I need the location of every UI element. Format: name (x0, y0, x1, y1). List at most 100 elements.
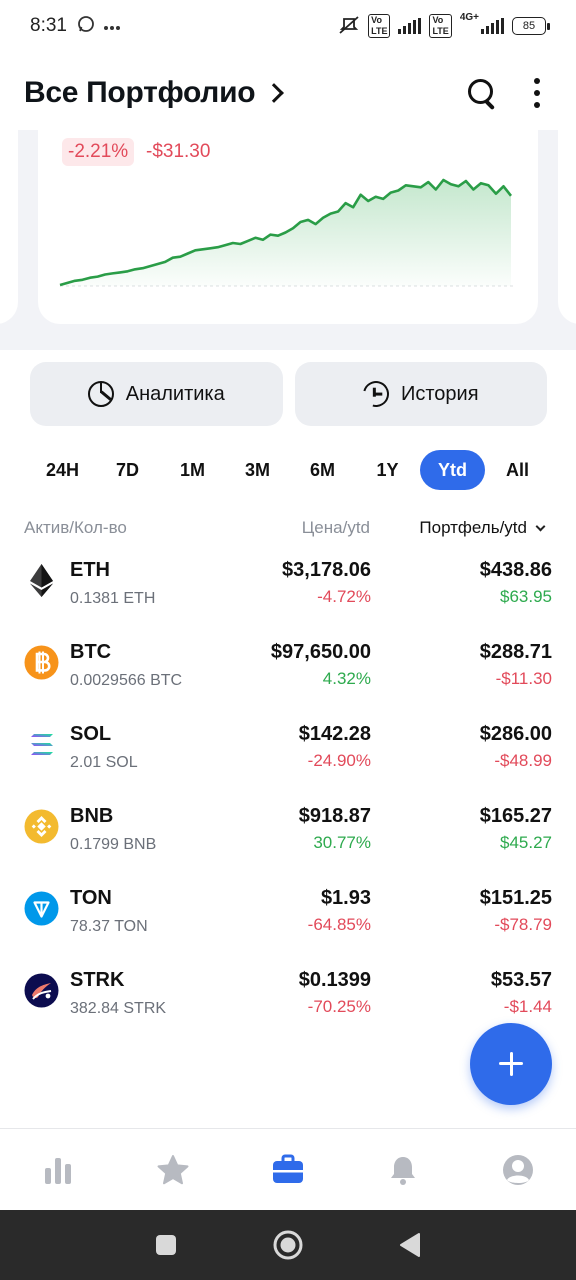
bnb-icon (24, 809, 59, 844)
period-tab[interactable]: 1Y (355, 450, 420, 490)
more-vertical-icon[interactable] (532, 78, 542, 108)
status-bar: 8:31 Vo LTE Vo LTE 4G+ 85 (0, 0, 576, 52)
next-card[interactable] (558, 130, 576, 324)
asset-row[interactable]: BNB 0.1799 BNB $918.87 30.77% $165.27 $45.27 (0, 798, 576, 880)
prev-card[interactable] (0, 130, 18, 324)
asset-price: $142.28 (298, 723, 371, 745)
nav-market[interactable] (28, 1140, 88, 1200)
asset-row[interactable]: TON 78.37 TON $1.93 -64.85% $151.25 -$78.79 (0, 880, 576, 962)
asset-value-change: -$1.44 (503, 997, 552, 1016)
asset-quantity: 78.37 TON (70, 918, 148, 935)
asset-value: $151.25 (479, 887, 552, 909)
asset-price: $0.1399 (298, 969, 371, 991)
asset-row[interactable]: BTC 0.0029566 BTC $97,650.00 4.32% $288.71 -$… (0, 634, 576, 716)
home-icon[interactable] (272, 1229, 304, 1261)
nav-portfolio[interactable] (258, 1140, 318, 1200)
asset-price: $3,178.06 (282, 559, 371, 581)
asset-price-change: -24.90% (307, 751, 371, 770)
signal-icon (398, 18, 422, 34)
portfolio-carousel[interactable]: -2.21% -$31.30 (0, 130, 576, 350)
asset-symbol: BTC (70, 641, 112, 663)
column-portfolio-dropdown[interactable]: Портфель/ytd (419, 518, 546, 538)
system-nav-bar (0, 1210, 576, 1280)
asset-value-change: -$78.79 (494, 915, 552, 934)
nav-profile[interactable] (488, 1140, 548, 1200)
asset-value: $165.27 (479, 805, 552, 827)
status-time: 8:31 (30, 15, 67, 36)
action-row: Аналитика История (30, 362, 547, 426)
asset-symbol: TON (70, 887, 112, 909)
period-tab[interactable]: All (485, 450, 550, 490)
favorites-icon (157, 1154, 189, 1184)
asset-price: $918.87 (298, 805, 371, 827)
nav-alerts[interactable] (373, 1140, 433, 1200)
recents-icon[interactable] (154, 1233, 178, 1257)
period-tab[interactable]: 7D (95, 450, 160, 490)
alerts-icon (391, 1156, 416, 1185)
market-icon (44, 1157, 71, 1184)
asset-price: $97,650.00 (270, 641, 371, 663)
header: Все Портфолио (0, 62, 576, 124)
asset-quantity: 382.84 STRK (70, 1000, 167, 1017)
period-tab[interactable]: 1M (160, 450, 225, 490)
profile-icon (503, 1154, 534, 1185)
sol-icon (24, 727, 59, 762)
asset-quantity: 2.01 SOL (70, 754, 138, 771)
asset-symbol: STRK (70, 969, 125, 991)
nav-favorites[interactable] (143, 1140, 203, 1200)
eth-icon (24, 563, 59, 598)
add-asset-button[interactable] (470, 1023, 552, 1105)
strk-icon (24, 973, 59, 1008)
whatsapp-icon (77, 15, 95, 38)
period-tabs: 24H 7D 1M 3M 6M 1Y Ytd All (30, 450, 550, 490)
asset-value: $286.00 (479, 723, 552, 745)
asset-value-change: $45.27 (500, 833, 552, 852)
period-tab[interactable]: 24H (30, 450, 95, 490)
search-icon[interactable] (466, 77, 498, 109)
asset-quantity: 0.1381 ETH (70, 590, 156, 607)
asset-value-change: -$11.30 (495, 669, 552, 688)
analytics-button[interactable]: Аналитика (30, 362, 283, 426)
portfolio-chart (59, 178, 516, 287)
history-label: История (400, 382, 479, 405)
battery-level: 85 (522, 20, 536, 32)
asset-row[interactable]: ETH 0.1381 ETH $3,178.06 -4.72% $438.86 $63.9… (0, 552, 576, 634)
battery-icon: 85 (512, 17, 550, 35)
asset-symbol: BNB (70, 805, 114, 827)
asset-price-change: 30.77% (313, 833, 371, 852)
ton-icon (24, 891, 59, 926)
chevron-right-icon[interactable] (264, 83, 285, 103)
portfolio-chart-card[interactable]: -2.21% -$31.30 (38, 130, 538, 324)
history-icon (358, 376, 394, 412)
back-icon[interactable] (398, 1232, 422, 1258)
pie-chart-icon (87, 381, 114, 407)
more-notifications-icon (103, 16, 121, 36)
asset-symbol: ETH (70, 559, 110, 581)
period-tab[interactable]: 6M (290, 450, 355, 490)
mute-icon (338, 15, 360, 38)
asset-value: $288.71 (479, 641, 552, 663)
network-type: 4G+ (459, 12, 479, 23)
asset-value: $438.86 (479, 559, 552, 581)
asset-row[interactable]: SOL 2.01 SOL $142.28 -24.90% $286.00 -$48.99 (0, 716, 576, 798)
asset-list: ETH 0.1381 ETH $3,178.06 -4.72% $438.86 $63.9… (0, 552, 576, 1044)
column-asset[interactable]: Актив/Кол-во (24, 518, 127, 538)
history-button[interactable]: История (294, 362, 547, 426)
column-portfolio-label: Портфель/ytd (419, 518, 527, 537)
period-tab[interactable]: 3M (225, 450, 290, 490)
asset-price-change: -70.25% (307, 997, 371, 1016)
asset-value: $53.57 (490, 969, 552, 991)
asset-value-change: $63.95 (500, 587, 552, 606)
btc-icon (24, 645, 59, 680)
volte-badge-2: Vo LTE (429, 14, 452, 38)
column-price[interactable]: Цена/ytd (302, 518, 370, 538)
bottom-nav (0, 1128, 576, 1210)
asset-price-change: -64.85% (307, 915, 371, 934)
period-tab[interactable]: Ytd (420, 450, 485, 490)
chevron-down-icon (535, 521, 546, 531)
page-title[interactable]: Все Портфолио (24, 76, 256, 110)
portfolio-icon (272, 1154, 303, 1183)
asset-price-change: 4.32% (322, 669, 371, 688)
signal-icon-2 (481, 18, 504, 34)
asset-price-change: -4.72% (317, 587, 371, 606)
